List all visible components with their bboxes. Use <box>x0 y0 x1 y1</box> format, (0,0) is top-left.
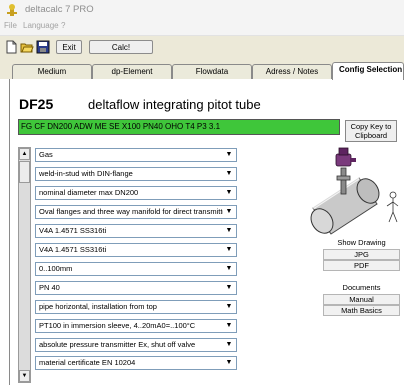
order-key-field[interactable]: FG CF DN200 ADW ME SE X100 PN40 OHO T4 P… <box>18 119 340 135</box>
show-drawing-label: Show Drawing <box>337 238 386 247</box>
chevron-down-icon: ▼ <box>225 341 233 348</box>
tab-dp-element[interactable]: dp-Element <box>92 64 172 79</box>
select-value: Oval flanges and three way manifold for … <box>39 207 223 216</box>
chevron-down-icon: ▼ <box>225 170 233 177</box>
app-icon <box>7 4 17 16</box>
select-temperature-sensor[interactable]: PT100 in immersion sleeve, 4..20mA0=..10… <box>35 319 237 333</box>
select-nominal-diameter[interactable]: nominal diameter max DN200 ▼ <box>35 186 237 200</box>
copy-key-button[interactable]: Copy Key to Clipboard <box>345 120 397 142</box>
select-connection[interactable]: weld-in-stud with DIN-flange ▼ <box>35 167 237 181</box>
chevron-down-icon: ▼ <box>225 151 233 158</box>
copy-key-label-line2: Clipboard <box>354 131 388 140</box>
menu-bar: File Language ? <box>0 19 404 36</box>
math-basics-button[interactable]: Math Basics <box>323 305 400 316</box>
select-value: 0..100mm <box>39 264 73 273</box>
product-description: deltaflow integrating pitot tube <box>88 97 261 112</box>
window-title: deltacalc 7 PRO <box>25 4 94 15</box>
select-value: PT100 in immersion sleeve, 4..20mA0=..10… <box>39 321 196 330</box>
menu-language[interactable]: Language <box>23 21 59 30</box>
menu-help[interactable]: ? <box>61 21 65 30</box>
select-pressure-rating[interactable]: PN 40 ▼ <box>35 281 237 295</box>
tab-config-selection[interactable]: Config Selection <box>332 62 404 80</box>
select-material-2[interactable]: V4A 1.4571 SS316ti ▼ <box>35 243 237 257</box>
pdf-button[interactable]: PDF <box>323 260 400 271</box>
select-value: pipe horizontal, installation from top <box>39 302 157 311</box>
select-value: weld-in-stud with DIN-flange <box>39 169 133 178</box>
jpg-button[interactable]: JPG <box>323 249 400 260</box>
scroll-up-arrow-icon[interactable]: ▲ <box>19 148 30 160</box>
select-material-1[interactable]: V4A 1.4571 SS316ti ▼ <box>35 224 237 238</box>
scroll-down-arrow-icon[interactable]: ▼ <box>19 370 30 382</box>
select-value: V4A 1.4571 SS316ti <box>39 245 107 254</box>
chevron-down-icon: ▼ <box>225 227 233 234</box>
product-code: DF25 <box>19 96 54 112</box>
select-value: PN 40 <box>39 283 60 292</box>
installation-drawing <box>310 147 399 235</box>
chevron-down-icon: ▼ <box>225 359 233 366</box>
select-manifold[interactable]: Oval flanges and three way manifold for … <box>35 205 237 219</box>
toolbar: Exit Calc! <box>0 36 404 58</box>
select-pressure-transmitter[interactable]: absolute pressure transmitter Ex, shut o… <box>35 338 237 352</box>
calc-button[interactable]: Calc! <box>89 40 153 54</box>
chevron-down-icon: ▼ <box>225 189 233 196</box>
tab-medium[interactable]: Medium <box>12 64 92 79</box>
select-value: material certificate EN 10204 <box>39 358 136 367</box>
select-range[interactable]: 0..100mm ▼ <box>35 262 237 276</box>
tab-flowdata[interactable]: Flowdata <box>172 64 252 79</box>
new-file-icon[interactable] <box>4 40 18 54</box>
copy-key-label-line1: Copy Key to <box>350 122 392 131</box>
select-installation[interactable]: pipe horizontal, installation from top ▼ <box>35 300 237 314</box>
chevron-down-icon: ▼ <box>225 303 233 310</box>
save-icon[interactable] <box>36 40 50 54</box>
scroll-thumb[interactable] <box>19 161 30 183</box>
documents-label: Documents <box>342 283 381 292</box>
select-value: absolute pressure transmitter Ex, shut o… <box>39 340 196 349</box>
exit-button[interactable]: Exit <box>56 40 82 54</box>
title-bar: deltacalc 7 PRO <box>0 0 404 19</box>
manual-button[interactable]: Manual <box>323 294 400 305</box>
chevron-down-icon: ▼ <box>225 284 233 291</box>
select-certificate[interactable]: material certificate EN 10204 ▼ <box>35 356 237 370</box>
chevron-down-icon: ▼ <box>225 322 233 329</box>
open-folder-icon[interactable] <box>20 40 34 54</box>
select-value: V4A 1.4571 SS316ti <box>39 226 107 235</box>
chevron-down-icon: ▼ <box>225 246 233 253</box>
menu-file[interactable]: File <box>4 21 17 30</box>
select-value: nominal diameter max DN200 <box>39 188 139 197</box>
chevron-down-icon: ▼ <box>225 208 233 215</box>
select-medium[interactable]: Gas ▼ <box>35 148 237 162</box>
tab-adress-notes[interactable]: Adress / Notes <box>252 64 332 79</box>
select-value: Gas <box>39 150 53 159</box>
chevron-down-icon: ▼ <box>225 265 233 272</box>
